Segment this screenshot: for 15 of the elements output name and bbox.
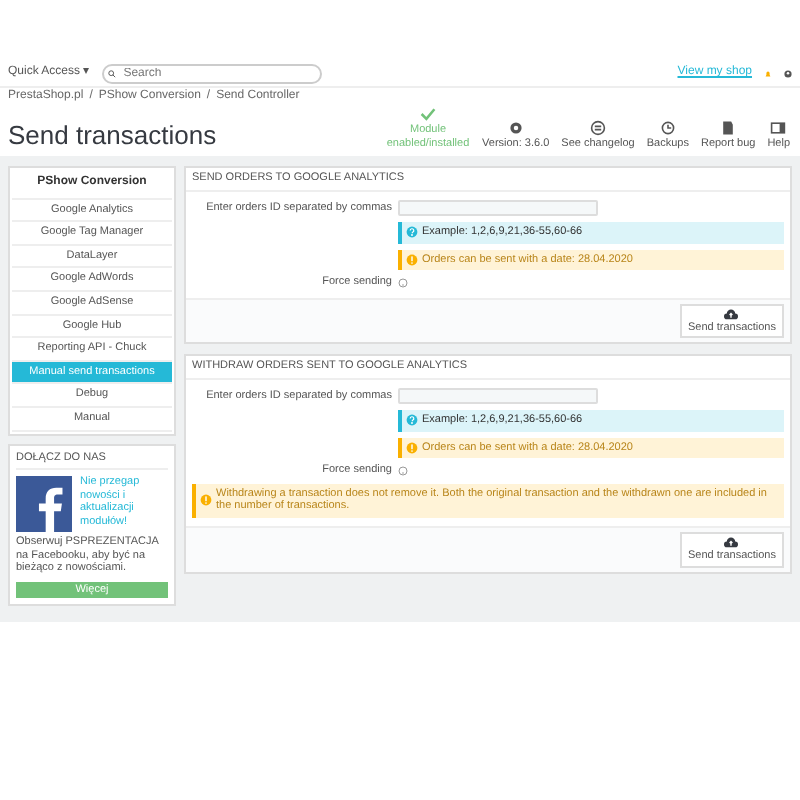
cloud-upload-icon	[724, 535, 739, 550]
gear-icon	[507, 119, 524, 136]
check-icon	[420, 106, 437, 123]
order-id-field[interactable]	[398, 199, 598, 216]
order-id-field[interactable]	[398, 387, 598, 404]
list-icon	[590, 119, 606, 136]
warning-icon	[200, 494, 212, 507]
bell-icon	[764, 69, 772, 77]
facebook-logo-icon	[16, 476, 72, 533]
page-title: Send transactions	[8, 119, 217, 151]
user-icon	[784, 69, 792, 77]
document-icon	[720, 119, 737, 136]
cloud-upload-icon	[724, 307, 739, 322]
search-icon	[107, 69, 116, 77]
history-icon	[659, 119, 676, 136]
